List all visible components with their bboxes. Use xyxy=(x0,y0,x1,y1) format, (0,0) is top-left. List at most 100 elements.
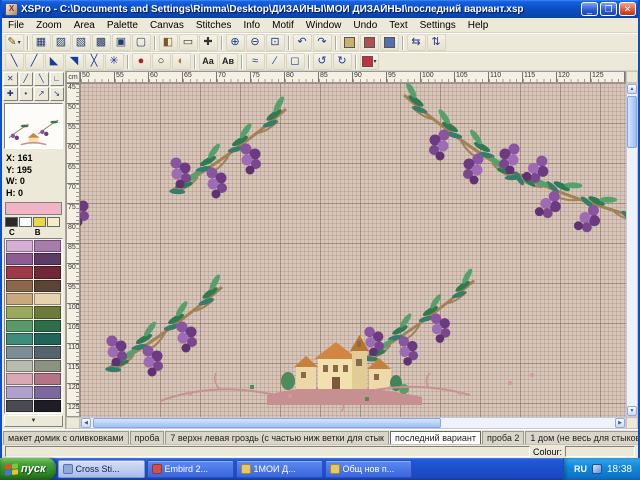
move-tool-button[interactable]: ✚ xyxy=(199,34,218,51)
half-bead-button[interactable]: ◐ xyxy=(172,53,191,70)
stitch-canvas[interactable] xyxy=(80,83,626,417)
palette-swatch[interactable] xyxy=(6,333,33,345)
outline-button[interactable]: ◻ xyxy=(286,53,305,70)
quarter-stitch-button[interactable]: ◣ xyxy=(45,53,64,70)
menu-item-undo[interactable]: Undo xyxy=(347,19,383,32)
flood-fill-button[interactable]: ◧ xyxy=(159,34,178,51)
palette-swatch[interactable] xyxy=(34,373,61,385)
horizontal-scrollbar[interactable]: ◀ ▶ xyxy=(80,417,626,429)
pattern-half-stitch-button[interactable]: ▨ xyxy=(52,34,71,51)
palette-swatch[interactable] xyxy=(6,266,33,278)
bead-button[interactable]: ○ xyxy=(152,53,171,70)
horizontal-scroll-thumb[interactable] xyxy=(93,418,441,428)
palette-swatch[interactable] xyxy=(34,346,61,358)
palette-swatch[interactable] xyxy=(6,293,33,305)
mini-color-swatch[interactable] xyxy=(19,217,32,227)
half-stitch-left-button[interactable]: ╲ xyxy=(5,53,24,70)
mini-color-swatch[interactable] xyxy=(47,217,60,227)
current-thread-button[interactable]: ▾ xyxy=(360,53,379,70)
menu-item-area[interactable]: Area xyxy=(68,19,101,32)
mirror-vertical-button[interactable]: ⇅ xyxy=(427,34,446,51)
menu-item-canvas[interactable]: Canvas xyxy=(144,19,190,32)
redo-button[interactable]: ↷ xyxy=(313,34,332,51)
language-indicator[interactable]: RU xyxy=(574,464,587,474)
half-cross-tool[interactable]: ╱ xyxy=(19,72,34,86)
cyrillic-font-button[interactable]: Aв xyxy=(219,53,238,70)
scroll-up-arrow[interactable]: ▲ xyxy=(627,84,637,94)
pattern-tab[interactable]: проба xyxy=(130,431,165,444)
vertical-scroll-thumb[interactable] xyxy=(627,96,637,148)
palette-swatch[interactable] xyxy=(6,320,33,332)
scroll-right-arrow[interactable]: ▶ xyxy=(615,418,625,428)
fabric-color-button[interactable] xyxy=(340,34,359,51)
menu-item-help[interactable]: Help xyxy=(462,19,495,32)
palette-swatch[interactable] xyxy=(34,306,61,318)
french-knot-button[interactable]: ● xyxy=(132,53,151,70)
palette-swatch[interactable] xyxy=(6,360,33,372)
pattern-tab[interactable]: 1 дом (не весь для стыковки) xyxy=(525,431,638,444)
palette-swatch[interactable] xyxy=(34,253,61,265)
pattern-full-stitch-button[interactable]: ▦ xyxy=(32,34,51,51)
palette-swatch[interactable] xyxy=(34,333,61,345)
pattern-clear-button[interactable]: ▢ xyxy=(132,34,151,51)
palette-swatch[interactable] xyxy=(6,306,33,318)
pencil-tool-button[interactable]: ✎▾ xyxy=(5,34,24,51)
thread-colors-button[interactable] xyxy=(360,34,379,51)
tray-app-icon[interactable] xyxy=(592,464,602,474)
three-quarter-stitch-button[interactable]: ◥ xyxy=(65,53,84,70)
palette-swatch[interactable] xyxy=(34,360,61,372)
knot-tool[interactable]: • xyxy=(19,87,34,101)
palette-swatch[interactable] xyxy=(34,280,61,292)
arrow-down-tool[interactable]: ↘ xyxy=(50,87,65,101)
palette-swatch[interactable] xyxy=(34,320,61,332)
mirror-horizontal-button[interactable]: ⇆ xyxy=(407,34,426,51)
palette-swatch[interactable] xyxy=(6,373,33,385)
palette-swatch[interactable] xyxy=(34,400,61,412)
full-cross-stitch-button[interactable]: ╳ xyxy=(85,53,104,70)
full-cross-tool[interactable]: ✕ xyxy=(3,72,18,86)
taskbar-task[interactable]: Общ нов п... xyxy=(325,460,412,478)
menu-item-text[interactable]: Text xyxy=(383,19,413,32)
palette-swatch[interactable] xyxy=(34,293,61,305)
menu-item-motif[interactable]: Motif xyxy=(266,19,300,32)
menu-item-stitches[interactable]: Stitches xyxy=(190,19,238,32)
pattern-tab[interactable]: последний вариант xyxy=(390,431,481,444)
scroll-down-arrow[interactable]: ▼ xyxy=(627,406,637,416)
menu-item-info[interactable]: Info xyxy=(237,19,266,32)
taskbar-task[interactable]: Cross Sti... xyxy=(58,460,145,478)
palette-swatch[interactable] xyxy=(6,280,33,292)
pattern-gobelin-button[interactable]: ▩ xyxy=(92,34,111,51)
palette-swatch[interactable] xyxy=(6,346,33,358)
pattern-quarter-stitch-button[interactable]: ▧ xyxy=(72,34,91,51)
palette-scroll-down-button[interactable]: ▼ xyxy=(4,415,63,427)
mini-color-swatch[interactable] xyxy=(5,217,18,227)
pattern-solid-button[interactable]: ▣ xyxy=(112,34,131,51)
palette-swatch[interactable] xyxy=(6,386,33,398)
pattern-tab[interactable]: 7 верхн левая гроздь (с частью ниж ветки… xyxy=(165,431,389,444)
palette-swatch[interactable] xyxy=(6,400,33,412)
palette-swatch[interactable] xyxy=(34,386,61,398)
palette-swatch[interactable] xyxy=(34,266,61,278)
zoom-fit-button[interactable]: ⊡ xyxy=(266,34,285,51)
backstitch-button[interactable]: ≈ xyxy=(246,53,265,70)
palette-editor-button[interactable] xyxy=(380,34,399,51)
font-button[interactable]: Aa xyxy=(199,53,218,70)
rotate-right-button[interactable]: ↻ xyxy=(333,53,352,70)
taskbar-task[interactable]: 1МОИ Д... xyxy=(236,460,323,478)
taskbar-task[interactable]: Embird 2... xyxy=(147,460,234,478)
quarter-cross-tool[interactable]: ╲ xyxy=(34,72,49,86)
arrow-up-tool[interactable]: ↗ xyxy=(34,87,49,101)
menu-item-zoom[interactable]: Zoom xyxy=(30,19,68,32)
rotate-left-button[interactable]: ↺ xyxy=(313,53,332,70)
petite-stitch-tool[interactable]: ✚ xyxy=(3,87,18,101)
palette-swatch[interactable] xyxy=(6,253,33,265)
maximize-button[interactable]: ❐ xyxy=(600,2,617,16)
start-button[interactable]: пуск xyxy=(0,458,56,480)
selected-color-swatch[interactable] xyxy=(5,202,62,215)
scroll-left-arrow[interactable]: ◀ xyxy=(81,418,91,428)
pattern-tab[interactable]: макет домик с оливковками xyxy=(3,431,129,444)
menu-item-settings[interactable]: Settings xyxy=(414,19,462,32)
pattern-tab[interactable]: проба 2 xyxy=(482,431,524,444)
half-stitch-right-button[interactable]: ╱ xyxy=(25,53,44,70)
menu-item-window[interactable]: Window xyxy=(300,19,348,32)
